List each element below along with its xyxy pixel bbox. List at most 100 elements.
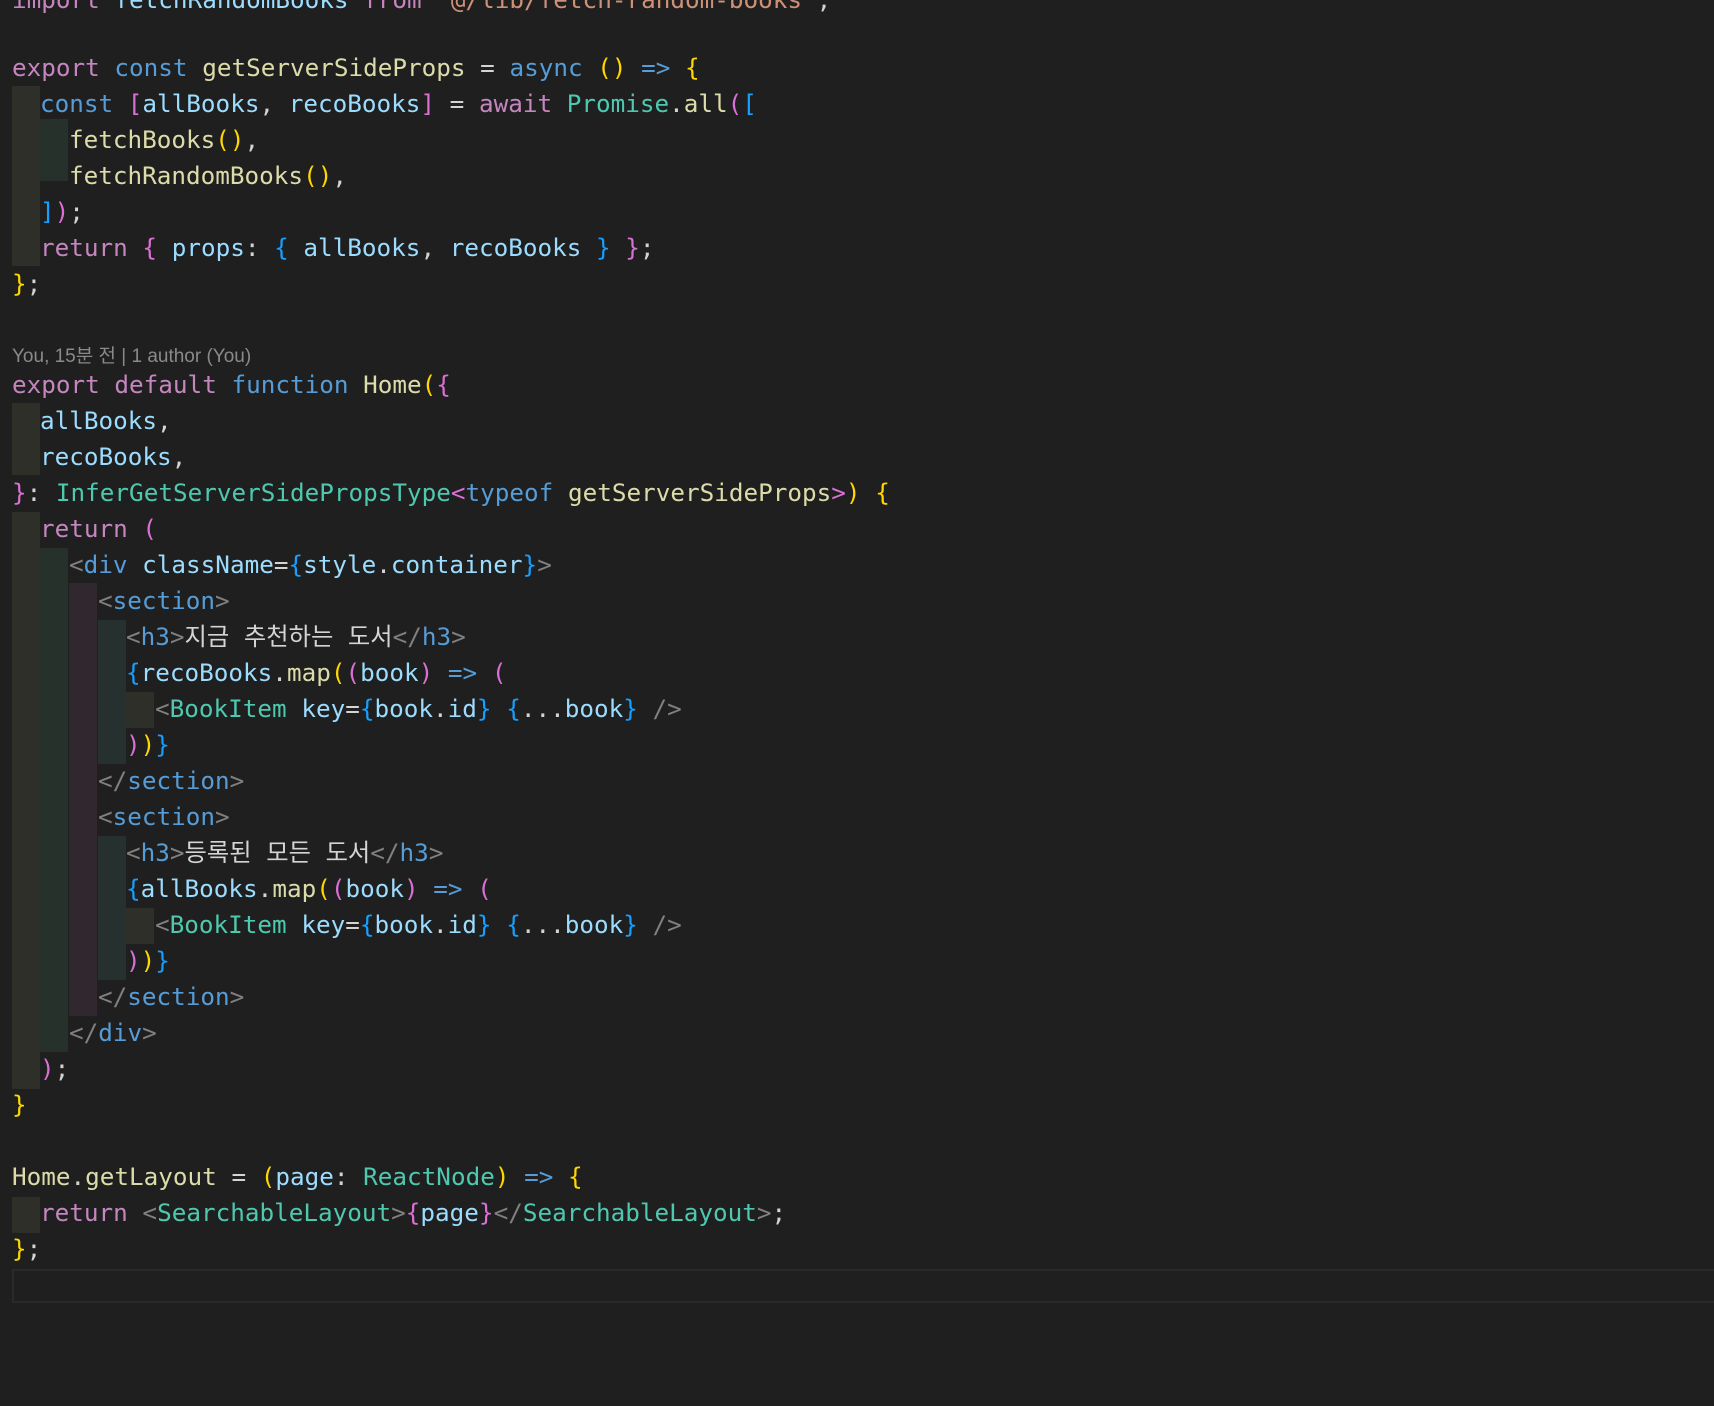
- identifier: recoBooks: [140, 658, 273, 687]
- keyword: export: [12, 53, 100, 82]
- function-name: getServerSideProps: [202, 53, 466, 82]
- code-line[interactable]: fetchBooks(),: [69, 122, 259, 158]
- code-line[interactable]: <section>: [98, 583, 230, 619]
- indent-guide: [40, 548, 68, 1052]
- code-line[interactable]: <h3>지금 추천하는 도서</h3>: [126, 619, 466, 655]
- function-call: fetchRandomBooks: [69, 161, 304, 190]
- indent-guide: [40, 119, 68, 181]
- code-line[interactable]: ]);: [40, 194, 84, 230]
- code-line[interactable]: recoBooks,: [40, 439, 186, 475]
- identifier: allBooks: [142, 89, 260, 118]
- jsx-attribute: key: [301, 910, 346, 939]
- identifier: id: [447, 910, 477, 939]
- code-line[interactable]: export default function Home({: [12, 367, 451, 403]
- code-line[interactable]: return (: [40, 511, 157, 547]
- indent-guide: [98, 836, 126, 980]
- indent-guide: [126, 908, 154, 944]
- string-literal: "@/lib/fetch-random-books": [436, 0, 816, 14]
- code-line[interactable]: }: [12, 1087, 27, 1123]
- current-line-highlight[interactable]: [12, 1269, 1714, 1303]
- identifier: Home: [12, 1162, 71, 1191]
- identifier: recoBooks: [449, 233, 582, 262]
- code-line[interactable]: {recoBooks.map((book) => (: [126, 655, 506, 691]
- keyword: from: [363, 0, 422, 14]
- identifier: id: [447, 694, 477, 723]
- codelens-blame-annotation[interactable]: You, 15분 전 | 1 author (You): [12, 341, 251, 368]
- code-line[interactable]: );: [40, 1051, 69, 1087]
- jsx-tag: section: [112, 586, 216, 615]
- indent-guide: [12, 86, 40, 266]
- indent-guide: [69, 583, 97, 1016]
- indent-guide: [98, 620, 126, 764]
- indent-guide: [12, 512, 40, 1089]
- code-line[interactable]: <BookItem key={book.id} {...book} />: [155, 907, 682, 943]
- identifier: book: [374, 910, 433, 939]
- jsx-tag: div: [83, 550, 128, 579]
- jsx-attribute: className: [142, 550, 274, 579]
- identifier: container: [390, 550, 523, 579]
- jsx-text: 지금 추천하는 도서: [184, 622, 393, 651]
- keyword: const: [40, 89, 114, 118]
- identifier: book: [360, 658, 419, 687]
- code-line[interactable]: ))}: [126, 943, 170, 979]
- identifier: book: [564, 910, 624, 939]
- code-line[interactable]: return <SearchableLayout>{page}</Searcha…: [40, 1195, 786, 1231]
- function-call: fetchBooks: [69, 125, 216, 154]
- code-line[interactable]: return { props: { allBooks, recoBooks } …: [40, 230, 655, 266]
- keyword: default: [114, 370, 217, 399]
- jsx-component: BookItem: [169, 910, 287, 939]
- jsx-tag: section: [112, 802, 216, 831]
- code-line[interactable]: </div>: [69, 1015, 157, 1051]
- jsx-attribute: key: [301, 694, 346, 723]
- code-line[interactable]: };: [12, 1231, 41, 1267]
- code-line[interactable]: <h3>등록된 모든 도서</h3>: [126, 835, 443, 871]
- method-name: map: [286, 658, 331, 687]
- code-line[interactable]: };: [12, 266, 41, 302]
- keyword: import: [12, 0, 100, 14]
- identifier: page: [275, 1162, 334, 1191]
- jsx-tag: div: [98, 1018, 143, 1047]
- function-name: Home: [363, 370, 422, 399]
- code-line[interactable]: <section>: [98, 799, 230, 835]
- identifier: allBooks: [303, 233, 421, 262]
- code-line[interactable]: <BookItem key={book.id} {...book} />: [155, 691, 682, 727]
- keyword: function: [231, 370, 349, 399]
- jsx-component: SearchableLayout: [522, 1198, 757, 1227]
- code-line[interactable]: fetchRandomBooks(),: [69, 158, 347, 194]
- identifier: fetchRandomBooks: [114, 0, 348, 14]
- keyword: const: [114, 53, 188, 82]
- identifier: getLayout: [85, 1162, 217, 1191]
- indent-guide: [12, 1197, 40, 1233]
- indent-guide: [12, 403, 40, 475]
- keyword: typeof: [465, 478, 554, 507]
- code-line[interactable]: allBooks,: [40, 403, 172, 439]
- keyword: return: [40, 514, 128, 543]
- code-line[interactable]: export const getServerSideProps = async …: [12, 50, 700, 86]
- keyword: async: [509, 53, 583, 82]
- code-line[interactable]: {allBooks.map((book) => (: [126, 871, 492, 907]
- code-line[interactable]: </section>: [98, 979, 244, 1015]
- code-line[interactable]: <div className={style.container}>: [69, 547, 552, 583]
- jsx-tag: section: [127, 982, 230, 1011]
- jsx-tag: h3: [140, 622, 170, 651]
- jsx-component: BookItem: [169, 694, 287, 723]
- keyword: await: [478, 89, 553, 118]
- identifier: book: [345, 874, 404, 903]
- indent-guide: [126, 692, 154, 728]
- keyword: export: [12, 370, 100, 399]
- code-line[interactable]: }: InferGetServerSidePropsType<typeof ge…: [12, 475, 890, 511]
- jsx-text: 등록된 모든 도서: [184, 838, 371, 867]
- code-line[interactable]: ))}: [126, 727, 170, 763]
- identifier: props: [171, 233, 245, 262]
- identifier: allBooks: [40, 406, 158, 435]
- code-editor[interactable]: import fetchRandomBooks from "@/lib/fetc…: [0, 0, 1714, 1406]
- jsx-tag: h3: [140, 838, 170, 867]
- identifier: style: [303, 550, 377, 579]
- type-name: ReactNode: [363, 1162, 495, 1191]
- code-line[interactable]: import fetchRandomBooks from "@/lib/fetc…: [12, 0, 831, 18]
- identifier: recoBooks: [288, 89, 421, 118]
- code-line[interactable]: </section>: [98, 763, 244, 799]
- code-line[interactable]: const [allBooks, recoBooks] = await Prom…: [40, 86, 757, 122]
- code-line[interactable]: Home.getLayout = (page: ReactNode) => {: [12, 1159, 583, 1195]
- jsx-tag: section: [127, 766, 230, 795]
